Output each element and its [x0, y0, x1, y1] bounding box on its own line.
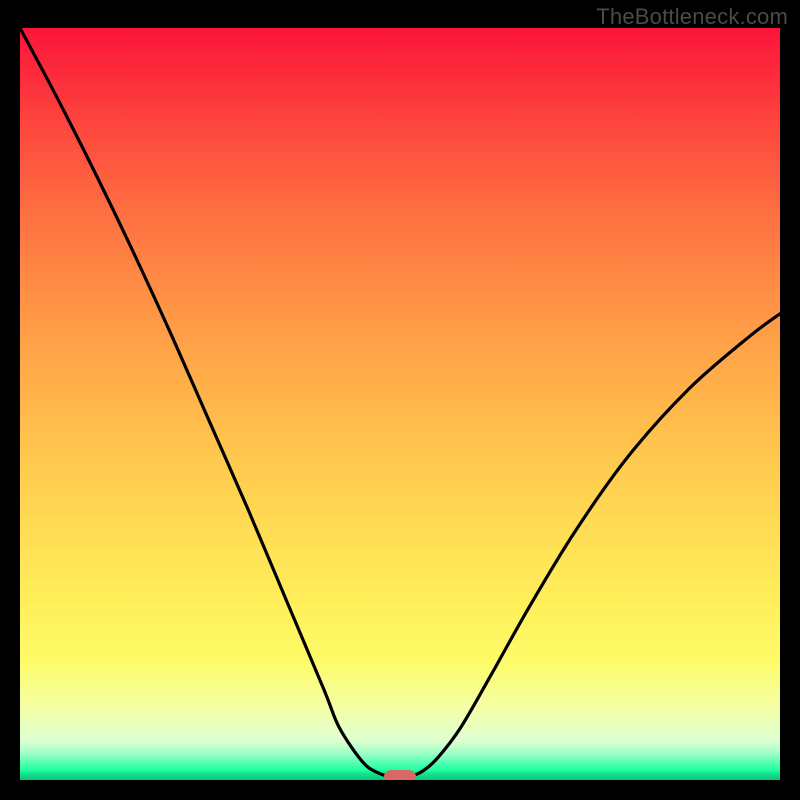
plot-area: [20, 28, 780, 780]
curve-path: [20, 28, 780, 778]
chart-frame: TheBottleneck.com: [0, 0, 800, 800]
bottleneck-curve: [20, 28, 780, 780]
watermark-text: TheBottleneck.com: [596, 4, 788, 30]
optimum-marker: [384, 770, 416, 780]
